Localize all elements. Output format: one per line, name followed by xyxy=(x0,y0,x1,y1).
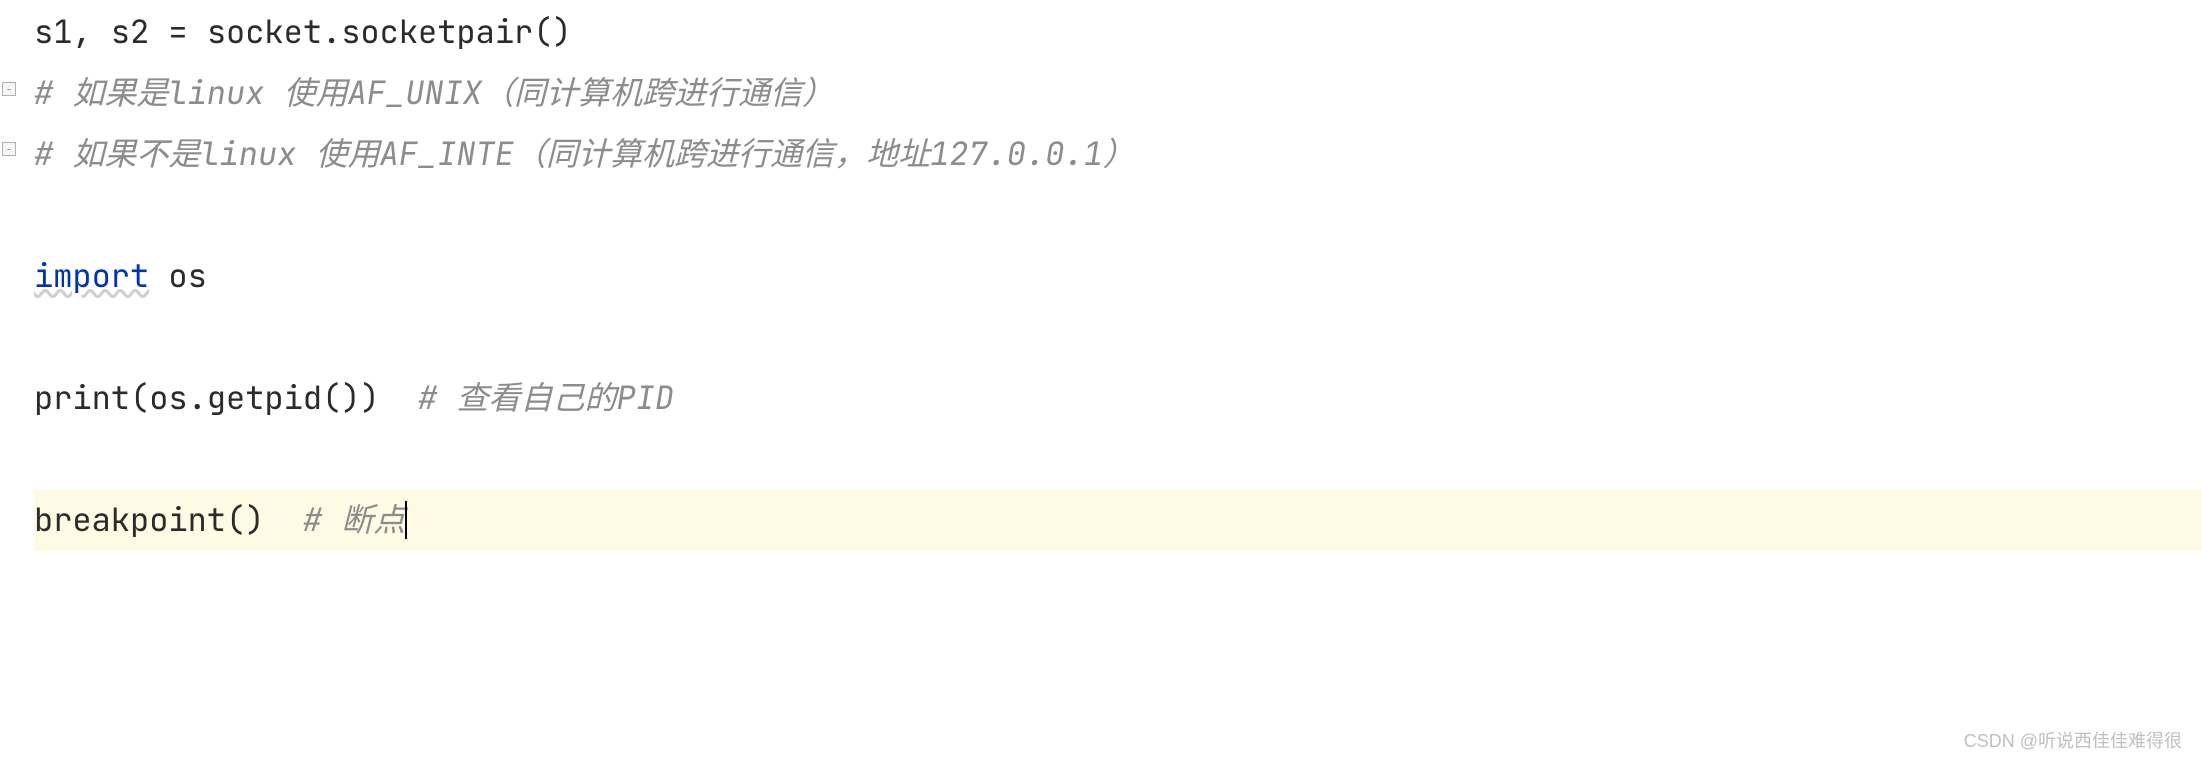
import-keyword: import xyxy=(34,254,149,297)
function-args: () xyxy=(226,498,303,541)
editor-gutter: − − xyxy=(0,0,20,766)
fold-marker-icon[interactable]: − xyxy=(2,142,16,156)
code-line-9-current[interactable]: breakpoint() # 断点 xyxy=(34,490,2202,551)
code-line-7[interactable]: print(os.getpid()) # 查看自己的PID xyxy=(34,368,2202,429)
comment-text: # 断点 xyxy=(303,498,405,541)
module-name: os xyxy=(149,254,207,297)
code-line-1[interactable]: s1, s2 = socket.socketpair() xyxy=(34,2,2202,63)
variable-assignment: s1, s2 = xyxy=(34,10,207,53)
fold-marker-icon[interactable]: − xyxy=(2,82,16,96)
code-line-2[interactable]: # 如果是linux 使用AF_UNIX（同计算机跨进行通信） xyxy=(34,63,2202,124)
code-line-5[interactable]: import os xyxy=(34,246,2202,307)
comment-text: # 如果是linux 使用AF_UNIX（同计算机跨进行通信） xyxy=(34,71,834,114)
breakpoint-function: breakpoint xyxy=(34,498,226,541)
code-line-8[interactable] xyxy=(34,429,2202,490)
comment-text: # 查看自己的PID xyxy=(418,376,674,419)
comment-text: # 如果不是linux 使用AF_INTE（同计算机跨进行通信，地址127.0.… xyxy=(34,132,1135,175)
text-cursor xyxy=(405,501,407,539)
code-editor[interactable]: s1, s2 = socket.socketpair() # 如果是linux … xyxy=(0,0,2202,551)
code-line-3[interactable]: # 如果不是linux 使用AF_INTE（同计算机跨进行通信，地址127.0.… xyxy=(34,124,2202,185)
print-function: print xyxy=(34,376,130,419)
function-call: socket.socketpair() xyxy=(207,10,572,53)
function-args: (os.getpid()) xyxy=(130,376,418,419)
watermark-text: CSDN @听说西佳佳难得很 xyxy=(1964,724,2182,758)
code-line-6[interactable] xyxy=(34,307,2202,368)
code-line-4[interactable] xyxy=(34,185,2202,246)
